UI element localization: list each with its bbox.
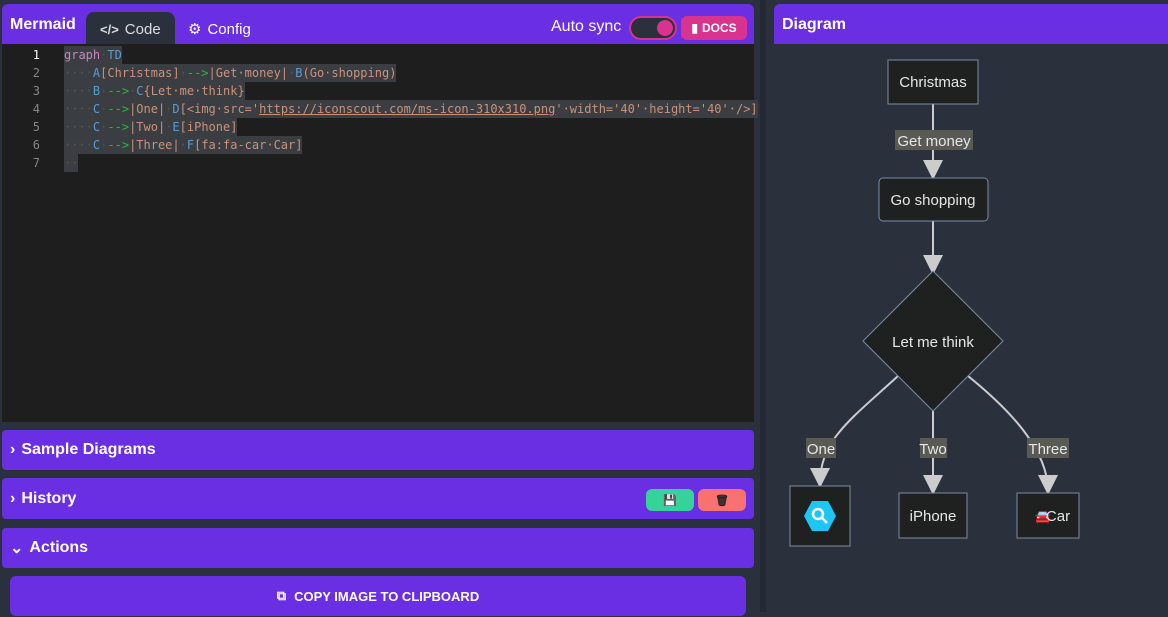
- docs-label: DOCS: [701, 21, 737, 35]
- code-editor[interactable]: 1 graph·TD 2 ····A[Christmas]·-->|Get·money…: [2, 44, 758, 422]
- save-history-button[interactable]: 💾: [646, 489, 694, 511]
- code-line[interactable]: ····C·-->|Two|·E[iPhone]: [64, 118, 238, 136]
- section-title: Sample Diagrams: [21, 441, 156, 458]
- code-token: |Two|: [129, 120, 166, 134]
- auto-sync-toggle[interactable]: [629, 16, 677, 40]
- copy-label: COPY IMAGE TO CLIPBOARD: [294, 588, 480, 604]
- edge-c-d: [810, 375, 899, 488]
- code-token: {Let·me·think}: [143, 84, 245, 98]
- code-line[interactable]: ····C·-->|Three|·F[fa:fa-car·Car]: [64, 136, 303, 154]
- brand-title: Mermaid: [10, 16, 76, 33]
- diagram-canvas: Christmas Go shopping Let me think iPhon…: [774, 44, 1168, 612]
- copy-image-button[interactable]: ⧉ COPY IMAGE TO CLIPBOARD: [10, 576, 746, 616]
- node-label: iPhone: [910, 508, 957, 525]
- code-token: -->: [186, 66, 209, 80]
- edge-label: Three: [1028, 441, 1067, 458]
- code-line[interactable]: graph·TD: [64, 46, 122, 64]
- code-token: E: [172, 120, 180, 134]
- node-label: Christmas: [899, 74, 967, 91]
- code-token: TD: [107, 48, 122, 62]
- code-token: (Go·shopping): [302, 66, 397, 80]
- code-token: [Christmas]: [100, 66, 180, 80]
- line-number: 2: [32, 66, 40, 80]
- history-section[interactable]: › History 💾 🗑: [2, 478, 754, 519]
- sample-diagrams-section[interactable]: › Sample Diagrams: [2, 430, 754, 470]
- book-icon: ▮: [691, 21, 698, 35]
- code-token: [fa:fa-car·Car]: [194, 138, 303, 152]
- save-icon: 💾: [663, 494, 677, 507]
- code-line[interactable]: ····C·-->|One|·D[<img·src='https://icons…: [64, 100, 758, 118]
- code-token: ·: [179, 138, 187, 152]
- tab-label: Code: [124, 20, 161, 38]
- line-number: 5: [32, 120, 40, 134]
- actions-section[interactable]: ⌄ Actions: [2, 528, 754, 568]
- code-token: '·width='40'·height='40'·/>]: [555, 102, 758, 116]
- line-number: 4: [32, 102, 40, 116]
- code-token: -->: [107, 102, 130, 116]
- code-token: |Get·money|: [208, 66, 289, 80]
- chevron-right-icon: ›: [10, 441, 16, 458]
- code-token: ····: [64, 120, 93, 134]
- panel-divider[interactable]: [760, 0, 766, 612]
- code-token: -->: [107, 84, 130, 98]
- code-token: [<img·src=': [179, 102, 260, 116]
- section-title: History: [21, 489, 77, 507]
- tab-label: Config: [207, 20, 251, 38]
- trash-icon: 🗑: [715, 494, 729, 507]
- line-number: 7: [32, 156, 40, 170]
- copy-icon: ⧉: [276, 588, 287, 603]
- tab-code[interactable]: </> Code: [86, 12, 175, 46]
- node-label: Go shopping: [890, 192, 975, 209]
- gears-icon: ⚙: [188, 21, 202, 38]
- line-number: 1: [32, 48, 40, 62]
- code-token: -->: [107, 120, 130, 134]
- code-icon: </>: [100, 21, 119, 37]
- code-token: [iPhone]: [179, 120, 238, 134]
- code-token: ····: [64, 102, 93, 116]
- code-token: ····: [64, 84, 93, 98]
- node-label: Car: [1046, 508, 1070, 525]
- code-token: C: [136, 84, 144, 98]
- code-token: ··: [64, 156, 79, 170]
- diagram-title: Diagram: [782, 16, 847, 33]
- code-token: ·: [179, 66, 187, 80]
- auto-sync-label: Auto sync: [551, 18, 622, 35]
- code-token: ····: [64, 66, 93, 80]
- edge-c-f: [967, 375, 1058, 495]
- code-token: |Three|: [129, 138, 180, 152]
- code-line[interactable]: ··: [64, 154, 79, 172]
- code-token: -->: [107, 138, 130, 152]
- code-token: |One|: [129, 102, 166, 116]
- line-number: 3: [32, 84, 40, 98]
- code-line[interactable]: ····A[Christmas]·-->|Get·money|·B(Go·sho…: [64, 64, 397, 82]
- tab-config[interactable]: ⚙ Config: [174, 12, 265, 46]
- edge-label: Get money: [897, 133, 971, 150]
- code-token: https://iconscout.com/ms-icon-310x310.pn…: [259, 102, 556, 116]
- code-line[interactable]: ····B·-->·C{Let·me·think}: [64, 82, 245, 100]
- editor-header: Mermaid </> Code ⚙ Config Auto sync ▮ DOCS: [2, 4, 754, 46]
- docs-button[interactable]: ▮ DOCS: [681, 16, 747, 40]
- section-title: Actions: [29, 539, 89, 556]
- edge-label: One: [807, 441, 835, 458]
- line-number: 6: [32, 138, 40, 152]
- diagram-header: Diagram: [774, 4, 1168, 44]
- code-token: B: [295, 66, 303, 80]
- clear-history-button[interactable]: 🗑: [698, 489, 746, 511]
- node-label: Let me think: [892, 334, 974, 351]
- code-token: ····: [64, 138, 93, 152]
- chevron-right-icon: ›: [10, 489, 16, 507]
- code-token: D: [172, 102, 180, 116]
- edge-label: Two: [919, 441, 947, 458]
- code-token: graph: [64, 48, 101, 62]
- chevron-down-icon: ⌄: [10, 540, 24, 557]
